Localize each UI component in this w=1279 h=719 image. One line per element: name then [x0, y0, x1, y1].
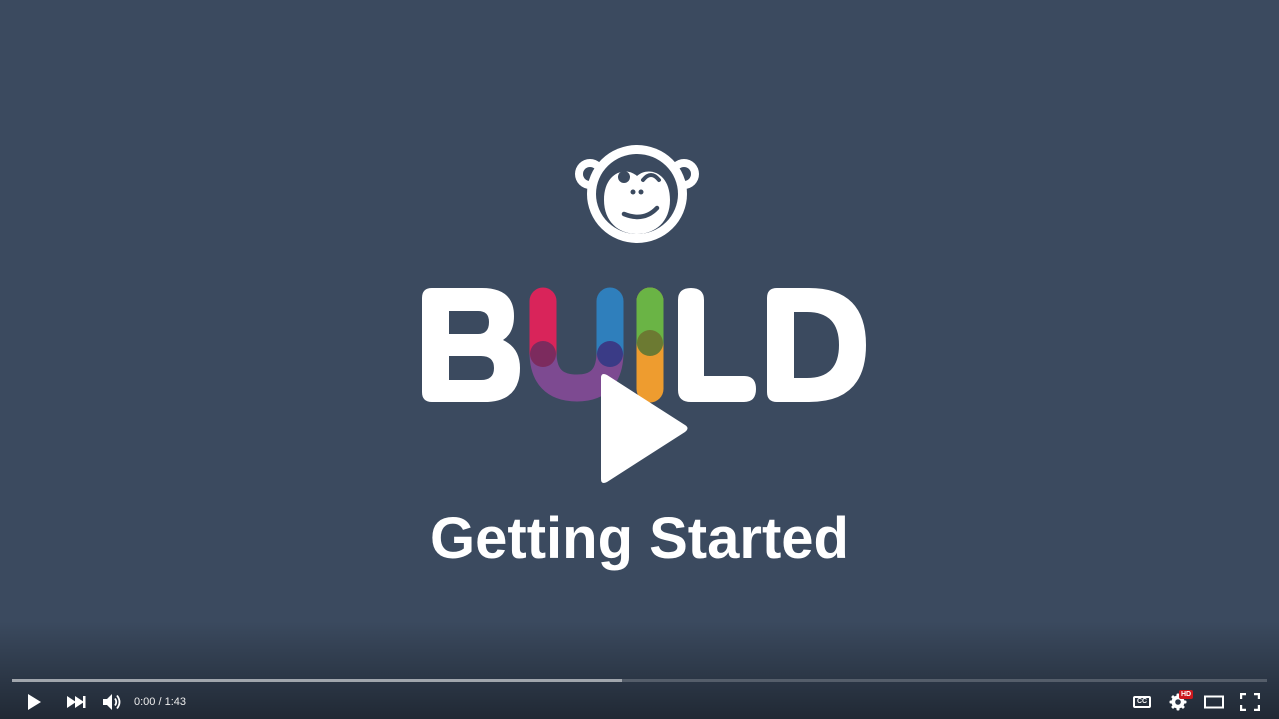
play-icon	[601, 374, 688, 483]
progress-bar[interactable]	[12, 679, 1267, 682]
captions-button[interactable]: CC	[1128, 688, 1156, 716]
video-player[interactable]: Getting Started 0:00 / 1:43 CC HD	[0, 0, 1279, 719]
closed-captions-icon: CC	[1133, 696, 1151, 708]
volume-icon	[103, 694, 121, 710]
theater-mode-button[interactable]	[1200, 688, 1228, 716]
play-icon	[28, 694, 41, 710]
hd-badge: HD	[1179, 690, 1194, 699]
play-button[interactable]	[20, 688, 48, 716]
skip-next-icon	[67, 696, 86, 708]
next-button[interactable]	[62, 688, 90, 716]
fullscreen-button[interactable]	[1236, 688, 1264, 716]
build-logo	[422, 145, 866, 403]
monkey-logo-icon	[575, 145, 699, 243]
theater-mode-icon	[1204, 695, 1224, 709]
time-display: 0:00 / 1:43	[134, 696, 186, 708]
video-title-card: Getting Started	[430, 506, 849, 571]
logo-letter-b	[422, 288, 520, 402]
logo-letter-d	[767, 288, 866, 402]
controls-gradient	[0, 621, 1279, 719]
big-play-button[interactable]	[588, 370, 698, 486]
volume-button[interactable]	[98, 688, 126, 716]
fullscreen-icon	[1240, 693, 1260, 711]
progress-buffered	[12, 679, 622, 682]
